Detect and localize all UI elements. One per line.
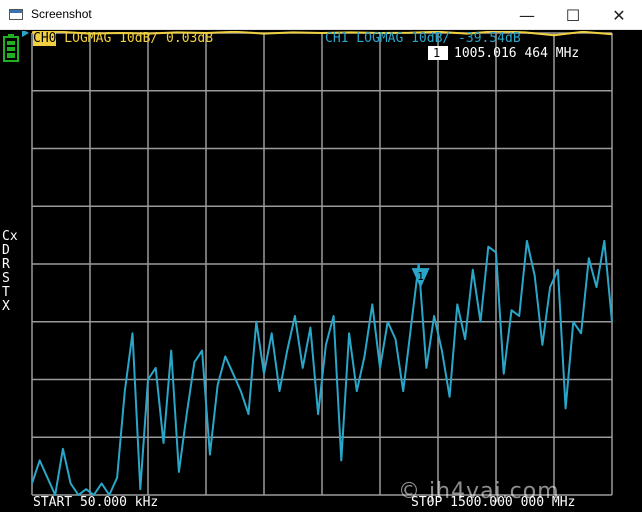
close-icon: ✕: [612, 5, 626, 25]
side-menu-item-r[interactable]: R: [2, 258, 22, 272]
analyzer-screen: 11 CH0 LOGMAG 10dB/ 0.03dB CH1 LOGMAG 10…: [0, 31, 642, 512]
marker-frequency: 1005.016 464 MHz: [454, 46, 580, 61]
side-menu-item-s[interactable]: S: [2, 272, 22, 286]
app-icon: [9, 9, 23, 20]
window-titlebar: Screenshot — ☐ ✕: [0, 0, 642, 30]
maximize-button[interactable]: ☐: [550, 0, 596, 30]
minimize-button[interactable]: —: [504, 0, 550, 30]
close-button[interactable]: ✕: [596, 0, 642, 30]
side-menu-item-t[interactable]: T: [2, 286, 22, 300]
maximize-icon: ☐: [565, 5, 581, 25]
marker-icon: 1: [428, 46, 448, 60]
side-menu: Cx D R S T X: [2, 230, 22, 314]
ch1-header[interactable]: CH1 LOGMAG 10dB/ -39.54dB: [325, 32, 521, 46]
marker-number: 1: [433, 46, 441, 60]
ch0-header[interactable]: CH0 LOGMAG 10dB/ 0.03dB: [33, 31, 214, 46]
start-frequency[interactable]: START 50.000 kHz: [33, 496, 158, 510]
ch0-format: LOGMAG 10dB/ 0.03dB: [56, 31, 214, 46]
ch0-chip: CH0: [33, 31, 57, 46]
side-menu-item-d[interactable]: D: [2, 244, 22, 258]
minimize-icon: —: [519, 5, 535, 25]
watermark: © jh4vaj.com: [398, 479, 560, 504]
trace-plot[interactable]: 11: [0, 31, 642, 512]
window-title: Screenshot: [31, 7, 92, 21]
marker-triangle-label: 1: [417, 270, 424, 283]
side-menu-item-x[interactable]: X: [2, 300, 22, 314]
side-menu-item-cx[interactable]: Cx: [2, 230, 22, 244]
reference-arrow: [22, 31, 29, 37]
